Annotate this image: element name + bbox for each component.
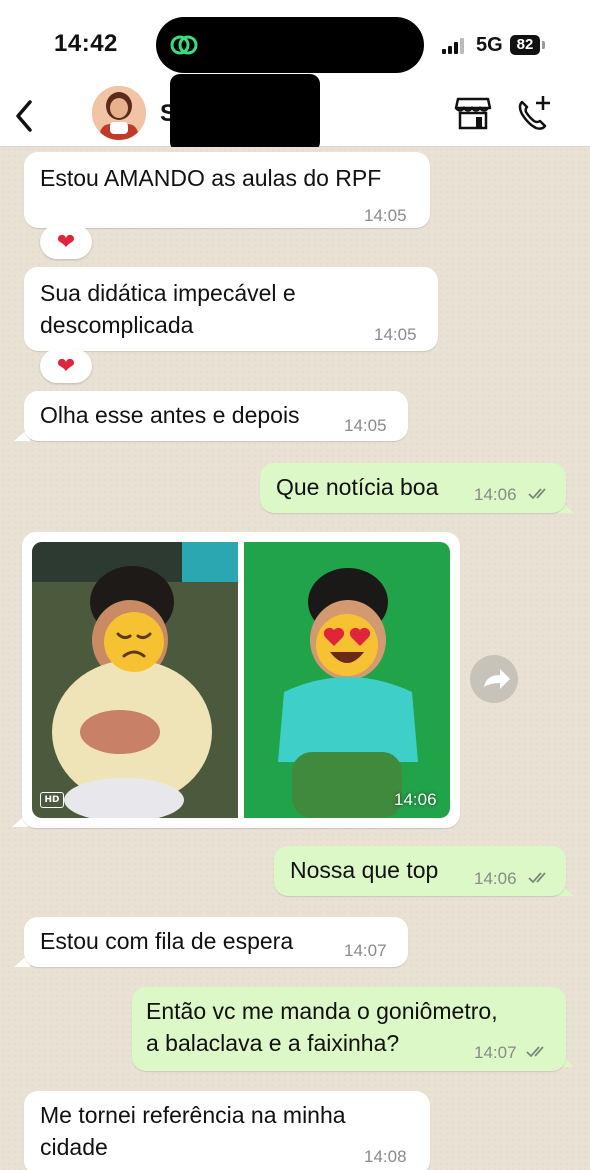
message-text: Então vc me manda o goniômetro, bbox=[146, 998, 498, 1024]
photo-before[interactable] bbox=[32, 542, 238, 818]
forward-icon bbox=[484, 669, 510, 689]
message-text: Estou AMANDO as aulas do RPF bbox=[40, 165, 382, 191]
message-time: 14:07 bbox=[474, 1043, 517, 1062]
hd-badge: HD bbox=[40, 792, 64, 808]
heart-icon: ❤ bbox=[56, 229, 76, 254]
message-text: Que notícia boa bbox=[276, 474, 439, 500]
message-bubble[interactable]: Olha esse antes e depois 14:05 bbox=[24, 391, 408, 441]
message-time: 14:05 bbox=[374, 325, 417, 344]
sad-face-emoji bbox=[104, 612, 164, 672]
photo-message[interactable] bbox=[22, 532, 460, 828]
message-time: 14:06 bbox=[474, 485, 517, 504]
activity-icon bbox=[170, 35, 198, 55]
redaction-mark bbox=[170, 74, 320, 152]
battery-icon: 82 bbox=[510, 35, 540, 55]
avatar[interactable] bbox=[92, 86, 146, 140]
message-bubble[interactable]: Sua didática impecável e descomplicada 1… bbox=[24, 267, 438, 351]
dynamic-island bbox=[156, 17, 424, 73]
forward-button[interactable] bbox=[470, 655, 518, 703]
message-text: cidade bbox=[40, 1134, 108, 1160]
message-text: Me tornei referência na minha bbox=[40, 1102, 346, 1128]
message-text: Sua didática impecável e bbox=[40, 280, 296, 306]
message-text: Nossa que top bbox=[290, 857, 439, 883]
message-time: 14:06 bbox=[474, 869, 517, 888]
heart-eyes-emoji bbox=[316, 614, 378, 676]
network-label: 5G bbox=[476, 34, 503, 56]
double-check-icon bbox=[526, 1046, 544, 1058]
message-bubble[interactable]: Estou com fila de espera 14:07 bbox=[24, 917, 408, 967]
message-bubble[interactable]: Me tornei referência na minha cidade 14:… bbox=[24, 1091, 430, 1170]
message-bubble[interactable]: Estou AMANDO as aulas do RPF 14:05 bbox=[24, 152, 430, 228]
reaction-badge[interactable]: ❤ bbox=[40, 225, 92, 259]
battery-tip bbox=[542, 41, 545, 49]
back-icon[interactable] bbox=[10, 96, 40, 136]
message-bubble[interactable]: Que notícia boa 14:06 bbox=[260, 463, 566, 513]
message-text: a balaclava e a faixinha? bbox=[146, 1030, 400, 1056]
message-text: descomplicada bbox=[40, 312, 194, 338]
call-add-icon[interactable] bbox=[514, 94, 552, 132]
message-bubble[interactable]: Então vc me manda o goniômetro, a balacl… bbox=[132, 987, 566, 1071]
double-check-icon bbox=[528, 488, 546, 500]
message-time: 14:08 bbox=[364, 1147, 407, 1166]
chat-header: S y Almei... bbox=[0, 74, 590, 152]
message-bubble[interactable]: Nossa que top 14:06 bbox=[274, 846, 566, 896]
signal-icon bbox=[442, 38, 468, 54]
heart-icon: ❤ bbox=[56, 353, 76, 378]
reaction-badge[interactable]: ❤ bbox=[40, 349, 92, 383]
store-icon[interactable] bbox=[454, 96, 492, 130]
message-text: Olha esse antes e depois bbox=[40, 402, 300, 428]
message-time: 14:05 bbox=[344, 416, 387, 435]
chat-area[interactable]: Estou AMANDO as aulas do RPF 14:05 ❤ Sua… bbox=[0, 147, 590, 1170]
message-time: 14:07 bbox=[344, 941, 387, 960]
avatar-image bbox=[92, 86, 146, 140]
status-time: 14:42 bbox=[54, 30, 118, 57]
photo-after[interactable] bbox=[244, 542, 450, 818]
message-time: 14:05 bbox=[364, 206, 407, 225]
photo-time: 14:06 bbox=[394, 790, 437, 809]
double-check-icon bbox=[528, 872, 546, 884]
message-text: Estou com fila de espera bbox=[40, 928, 294, 954]
